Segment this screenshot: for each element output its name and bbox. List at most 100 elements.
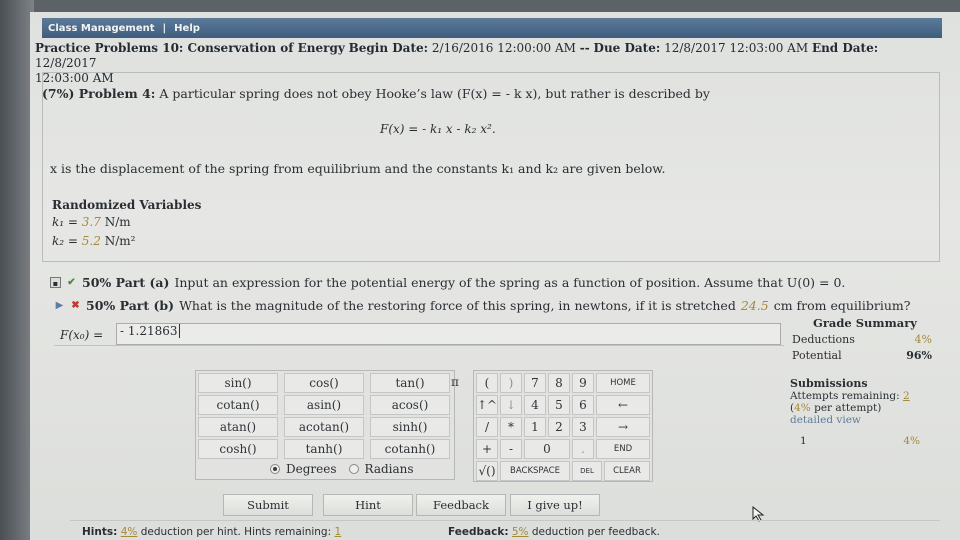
hints-remaining: 1	[334, 526, 342, 538]
key-5[interactable]: 5	[548, 395, 570, 415]
key-right-arrow[interactable]: →	[596, 417, 650, 437]
key-pi[interactable]: π	[443, 372, 467, 392]
key-asin[interactable]: asin()	[284, 395, 364, 415]
answer-input[interactable]: - 1.21863	[116, 323, 781, 345]
key-atan[interactable]: atan()	[198, 417, 278, 437]
key-plus[interactable]: +	[476, 439, 498, 459]
key-4[interactable]: 4	[524, 395, 546, 415]
key-cos[interactable]: cos()	[284, 373, 364, 393]
k2-unit: N/m²	[104, 234, 136, 248]
hints-label: Hints:	[82, 526, 118, 538]
key-down[interactable]: ↓	[500, 395, 522, 415]
key-0[interactable]: 0	[524, 439, 570, 459]
menu-class-management[interactable]: Class Management	[48, 23, 155, 34]
key-acos[interactable]: acos()	[370, 395, 450, 415]
part-a-row[interactable]: ▪ ✔ 50% Part (a) Input an expression for…	[50, 275, 845, 290]
key-backspace[interactable]: BACKSPACE	[500, 461, 570, 481]
end-date: 12/8/2017	[35, 56, 97, 70]
part-b-label: 50% Part (b)	[86, 298, 175, 313]
problem-title: (7%) Problem 4: A particular spring does…	[42, 86, 710, 101]
radians-radio[interactable]	[348, 464, 359, 474]
key-dot[interactable]: .	[572, 439, 594, 459]
potential-value: 96%	[906, 349, 932, 362]
degrees-label: Degrees	[286, 462, 337, 476]
submission-row: 1 4%	[790, 435, 940, 447]
end-date-label: End Date:	[811, 41, 879, 55]
hints-text: deduction per hint. Hints remaining:	[140, 526, 332, 538]
key-sqrt[interactable]: √()	[476, 461, 498, 481]
key-8[interactable]: 8	[548, 373, 570, 393]
part-b-stretch-value: 24.5	[740, 298, 769, 313]
menu-help[interactable]: Help	[174, 23, 200, 34]
deductions-row: Deductions 4%	[790, 333, 940, 346]
play-arrow-icon: ▶	[55, 300, 64, 311]
key-left-arrow[interactable]: ←	[596, 395, 650, 415]
randomized-variables-title: Randomized Variables	[52, 198, 202, 212]
key-1[interactable]: 1	[524, 417, 546, 437]
key-3[interactable]: 3	[572, 417, 594, 437]
due-date: 12/8/2017 12:03:00 AM	[664, 41, 809, 55]
variable-k2: k₂ = 5.2 N/m²	[52, 234, 135, 248]
per-attempt-value: 4%	[794, 402, 811, 414]
grade-summary-title: Grade Summary	[813, 316, 917, 330]
key-sinh[interactable]: sinh()	[370, 417, 450, 437]
key-up-power[interactable]: ↑^	[476, 395, 498, 415]
key-cosh[interactable]: cosh()	[198, 439, 278, 459]
grade-summary: Grade Summary Deductions 4% Potential 96…	[790, 316, 940, 362]
part-b-text-1: What is the magnitude of the restoring f…	[179, 298, 736, 313]
submission-deduction: 4%	[903, 435, 920, 447]
feedback-text: deduction per feedback.	[531, 526, 660, 538]
k1-unit: N/m	[104, 215, 131, 229]
problem-description: x is the displacement of the spring from…	[50, 161, 666, 176]
key-end[interactable]: END	[596, 439, 650, 459]
key-cotanh[interactable]: cotanh()	[370, 439, 450, 459]
key-clear[interactable]: CLEAR	[604, 461, 650, 481]
hints-deduction: 4%	[120, 526, 138, 538]
variable-k1: k₁ = 3.7 N/m	[52, 215, 131, 229]
attempts-label: Attempts remaining:	[790, 390, 900, 402]
key-paren-open[interactable]: (	[476, 373, 498, 393]
key-2[interactable]: 2	[548, 417, 570, 437]
key-sin[interactable]: sin()	[198, 373, 278, 393]
key-7[interactable]: 7	[524, 373, 546, 393]
key-tan[interactable]: tan()	[370, 373, 450, 393]
feedback-info: Feedback: 5% deduction per feedback.	[448, 526, 660, 538]
key-multiply[interactable]: *	[500, 417, 522, 437]
per-attempt-text: per attempt)	[814, 402, 882, 414]
key-minus[interactable]: -	[500, 439, 522, 459]
key-6[interactable]: 6	[572, 395, 594, 415]
feedback-button[interactable]: Feedback	[416, 494, 506, 516]
attempts-remaining: Attempts remaining: 2	[790, 390, 940, 402]
menu-bar: Class Management | Help	[42, 18, 942, 38]
key-cotan[interactable]: cotan()	[198, 395, 278, 415]
submission-number: 1	[800, 435, 807, 447]
submissions-title: Submissions	[790, 377, 868, 390]
k1-value: 3.7	[81, 215, 101, 229]
feedback-deduction: 5%	[511, 526, 529, 538]
key-divide[interactable]: /	[476, 417, 498, 437]
menu-separator: |	[162, 22, 167, 34]
key-tanh[interactable]: tanh()	[284, 439, 364, 459]
key-home[interactable]: HOME	[596, 373, 650, 393]
key-del[interactable]: DEL	[572, 461, 602, 481]
submissions-panel: Submissions Attempts remaining: 2 (4% pe…	[790, 377, 940, 448]
key-9[interactable]: 9	[572, 373, 594, 393]
part-b-row[interactable]: ▶ ✖ 50% Part (b) What is the magnitude o…	[54, 298, 911, 313]
numeric-keypad: ( ) 7 8 9 HOME ↑^ ↓ 4 5 6 ← / * 1 2 3 → …	[473, 370, 653, 482]
date-separator: --	[579, 41, 590, 55]
angle-mode: Degrees Radians	[270, 462, 414, 476]
give-up-button[interactable]: I give up!	[510, 494, 600, 516]
spring-equation: F(x) = - k₁ x - k₂ x².	[380, 122, 496, 136]
assignment-title: Practice Problems 10: Conservation of En…	[35, 41, 345, 55]
answer-label: F(x₀) =	[60, 328, 104, 342]
key-paren-close[interactable]: )	[500, 373, 522, 393]
degrees-radio[interactable]	[270, 464, 280, 474]
detailed-view-link[interactable]: detailed view	[790, 414, 940, 426]
begin-date: 2/16/2016 12:00:00 AM	[431, 41, 576, 55]
submit-button[interactable]: Submit	[223, 494, 313, 516]
k2-value: 5.2	[81, 234, 101, 248]
feedback-label: Feedback:	[448, 526, 509, 538]
hint-button[interactable]: Hint	[323, 494, 413, 516]
key-acotan[interactable]: acotan()	[284, 417, 364, 437]
expand-box-icon[interactable]: ▪	[50, 277, 61, 288]
